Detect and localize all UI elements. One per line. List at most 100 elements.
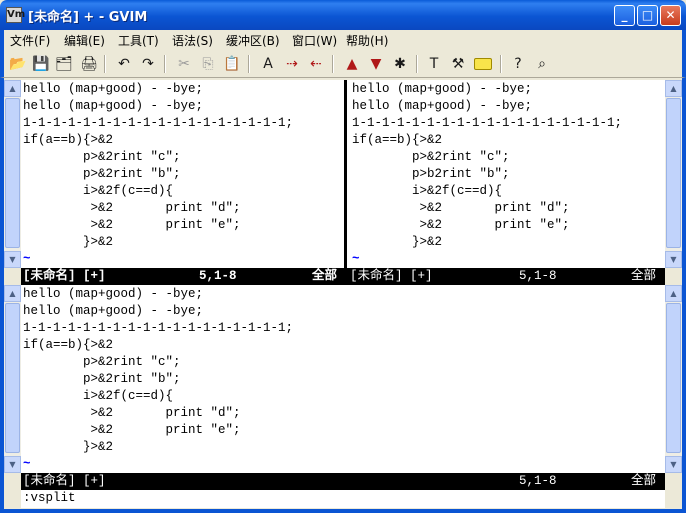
vim-app-icon[interactable]: Vm	[6, 7, 25, 23]
window-frame-right	[682, 78, 686, 513]
replace-icon[interactable]: A	[258, 54, 278, 74]
code-line: hello (map+good) - -bye;	[23, 304, 204, 318]
editor-pane-top-right[interactable]: hello (map+good) - -bye; hello (map+good…	[350, 80, 665, 268]
toolbar-separator	[332, 55, 334, 73]
code-line: p>b2rint "b";	[352, 167, 510, 181]
code-line: hello (map+good) - -bye;	[352, 82, 533, 96]
window-title: [未命名] + - GVIM	[28, 10, 148, 25]
status-line-top-left[interactable]: [未命名] [+] 5,1-8 全部	[21, 268, 344, 285]
find-next-icon[interactable]: ⇢	[282, 54, 302, 74]
code-line: p>&2rint "c";	[23, 150, 181, 164]
save-session-icon[interactable]: ▼	[366, 54, 386, 74]
scroll-thumb[interactable]	[666, 98, 681, 248]
status-scroll-position: 全部	[312, 269, 338, 283]
menu-help[interactable]: 帮助(H)	[346, 32, 388, 49]
code-line: >&2 print "e";	[23, 423, 241, 437]
vertical-split-separator[interactable]	[341, 80, 350, 268]
left-scrollbar-top[interactable]: ▲ ▼	[4, 80, 21, 268]
code-line: p>&2rint "b";	[23, 167, 181, 181]
paste-icon[interactable]: 📋	[222, 54, 242, 74]
right-scrollbar-bottom[interactable]: ▲ ▼	[665, 285, 682, 473]
code-line: }>&2	[23, 235, 114, 249]
code-line: hello (map+good) - -bye;	[23, 99, 204, 113]
code-line: p>&2rint "c";	[23, 355, 181, 369]
cut-icon[interactable]: ✂	[174, 54, 194, 74]
status-cursor-position: 5,1-8	[519, 269, 557, 283]
menu-file[interactable]: 文件(F)	[10, 32, 50, 49]
toolbar-separator	[500, 55, 502, 73]
code-line: p>&2rint "c";	[352, 150, 510, 164]
code-line: 1-1-1-1-1-1-1-1-1-1-1-1-1-1-1-1-1-1;	[23, 321, 294, 335]
scroll-thumb[interactable]	[5, 303, 20, 453]
toolbar-separator	[104, 55, 106, 73]
scroll-up-arrow[interactable]: ▲	[665, 80, 682, 97]
editor-pane-top-left[interactable]: hello (map+good) - -bye; hello (map+good…	[21, 80, 344, 268]
command-line[interactable]: :vsplit	[21, 490, 665, 508]
code-line: 1-1-1-1-1-1-1-1-1-1-1-1-1-1-1-1-1-1;	[352, 116, 623, 130]
shell-icon[interactable]: ⚒	[448, 54, 468, 74]
scroll-up-arrow[interactable]: ▲	[665, 285, 682, 302]
code-line: >&2 print "e";	[23, 218, 241, 232]
empty-line-marker: ~	[352, 252, 360, 266]
minimize-button[interactable]: _	[614, 5, 635, 26]
toolbar: 📂 💾 🗂 🖨 ↶ ↷ ✂ ⎘ 📋 A ⇢ ⇠ ▲ ▼ ✱ T ⚒ ? ⌕	[0, 50, 686, 78]
scroll-up-arrow[interactable]: ▲	[4, 285, 21, 302]
toolbar-separator	[248, 55, 250, 73]
status-scroll-position: 全部	[631, 474, 657, 488]
left-scrollbar-bottom[interactable]: ▲ ▼	[4, 285, 21, 473]
save-icon[interactable]: 💾	[31, 54, 51, 74]
status-filename: [未命名] [+]	[23, 474, 106, 488]
right-scrollbar-top[interactable]: ▲ ▼	[665, 80, 682, 268]
save-all-icon[interactable]: 🗂	[54, 54, 74, 74]
copy-icon[interactable]: ⎘	[198, 54, 218, 74]
editor-pane-bottom[interactable]: hello (map+good) - -bye; hello (map+good…	[21, 285, 665, 473]
find-help-icon[interactable]: ⌕	[532, 54, 552, 74]
status-cursor-position: 5,1-8	[199, 269, 237, 283]
help-icon[interactable]: ?	[508, 54, 528, 74]
empty-line-marker: ~	[23, 457, 31, 471]
menu-tools[interactable]: 工具(T)	[118, 32, 159, 49]
scroll-up-arrow[interactable]: ▲	[4, 80, 21, 97]
window-frame-bottom	[0, 509, 686, 513]
menu-buffers[interactable]: 缓冲区(B)	[226, 32, 280, 49]
close-button[interactable]: ✕	[660, 5, 681, 26]
status-scroll-position: 全部	[631, 269, 657, 283]
scroll-down-arrow[interactable]: ▼	[665, 251, 682, 268]
toolbar-separator	[164, 55, 166, 73]
scroll-thumb[interactable]	[666, 303, 681, 453]
menu-syntax[interactable]: 语法(S)	[172, 32, 213, 49]
code-line: >&2 print "d";	[352, 201, 570, 215]
code-line: }>&2	[352, 235, 443, 249]
status-line-top-right[interactable]: [未命名] [+] 5,1-8 全部	[344, 268, 665, 285]
menu-window[interactable]: 窗口(W)	[292, 32, 337, 49]
maximize-button[interactable]: □	[637, 5, 658, 26]
find-prev-icon[interactable]: ⇠	[306, 54, 326, 74]
run-script-icon[interactable]: ✱	[390, 54, 410, 74]
code-line: if(a==b){>&2	[352, 133, 443, 147]
tag-icon[interactable]	[474, 58, 492, 70]
make-icon[interactable]: T	[424, 54, 444, 74]
code-line: p>&2rint "b";	[23, 372, 181, 386]
code-line: hello (map+good) - -bye;	[23, 287, 204, 301]
status-filename: [未命名] [+]	[350, 269, 433, 283]
status-line-bottom[interactable]: [未命名] [+] 5,1-8 全部	[21, 473, 665, 490]
code-line: i>&2f(c==d){	[23, 389, 174, 403]
scroll-down-arrow[interactable]: ▼	[4, 456, 21, 473]
code-line: hello (map+good) - -bye;	[352, 99, 533, 113]
code-line: >&2 print "d";	[23, 201, 241, 215]
open-icon[interactable]: 📂	[8, 54, 28, 74]
print-icon[interactable]: 🖨	[79, 54, 99, 74]
code-line: i>&2f(c==d){	[352, 184, 503, 198]
scroll-thumb[interactable]	[5, 98, 20, 248]
redo-icon[interactable]: ↷	[138, 54, 158, 74]
scroll-down-arrow[interactable]: ▼	[4, 251, 21, 268]
code-line: hello (map+good) - -bye;	[23, 82, 204, 96]
scroll-down-arrow[interactable]: ▼	[665, 456, 682, 473]
menu-edit[interactable]: 编辑(E)	[64, 32, 105, 49]
undo-icon[interactable]: ↶	[114, 54, 134, 74]
status-filename: [未命名] [+]	[23, 269, 106, 283]
code-line: if(a==b){>&2	[23, 133, 114, 147]
code-line: i>&2f(c==d){	[23, 184, 174, 198]
title-bar[interactable]: Vm [未命名] + - GVIM _ □ ✕	[0, 0, 686, 30]
load-session-icon[interactable]: ▲	[342, 54, 362, 74]
